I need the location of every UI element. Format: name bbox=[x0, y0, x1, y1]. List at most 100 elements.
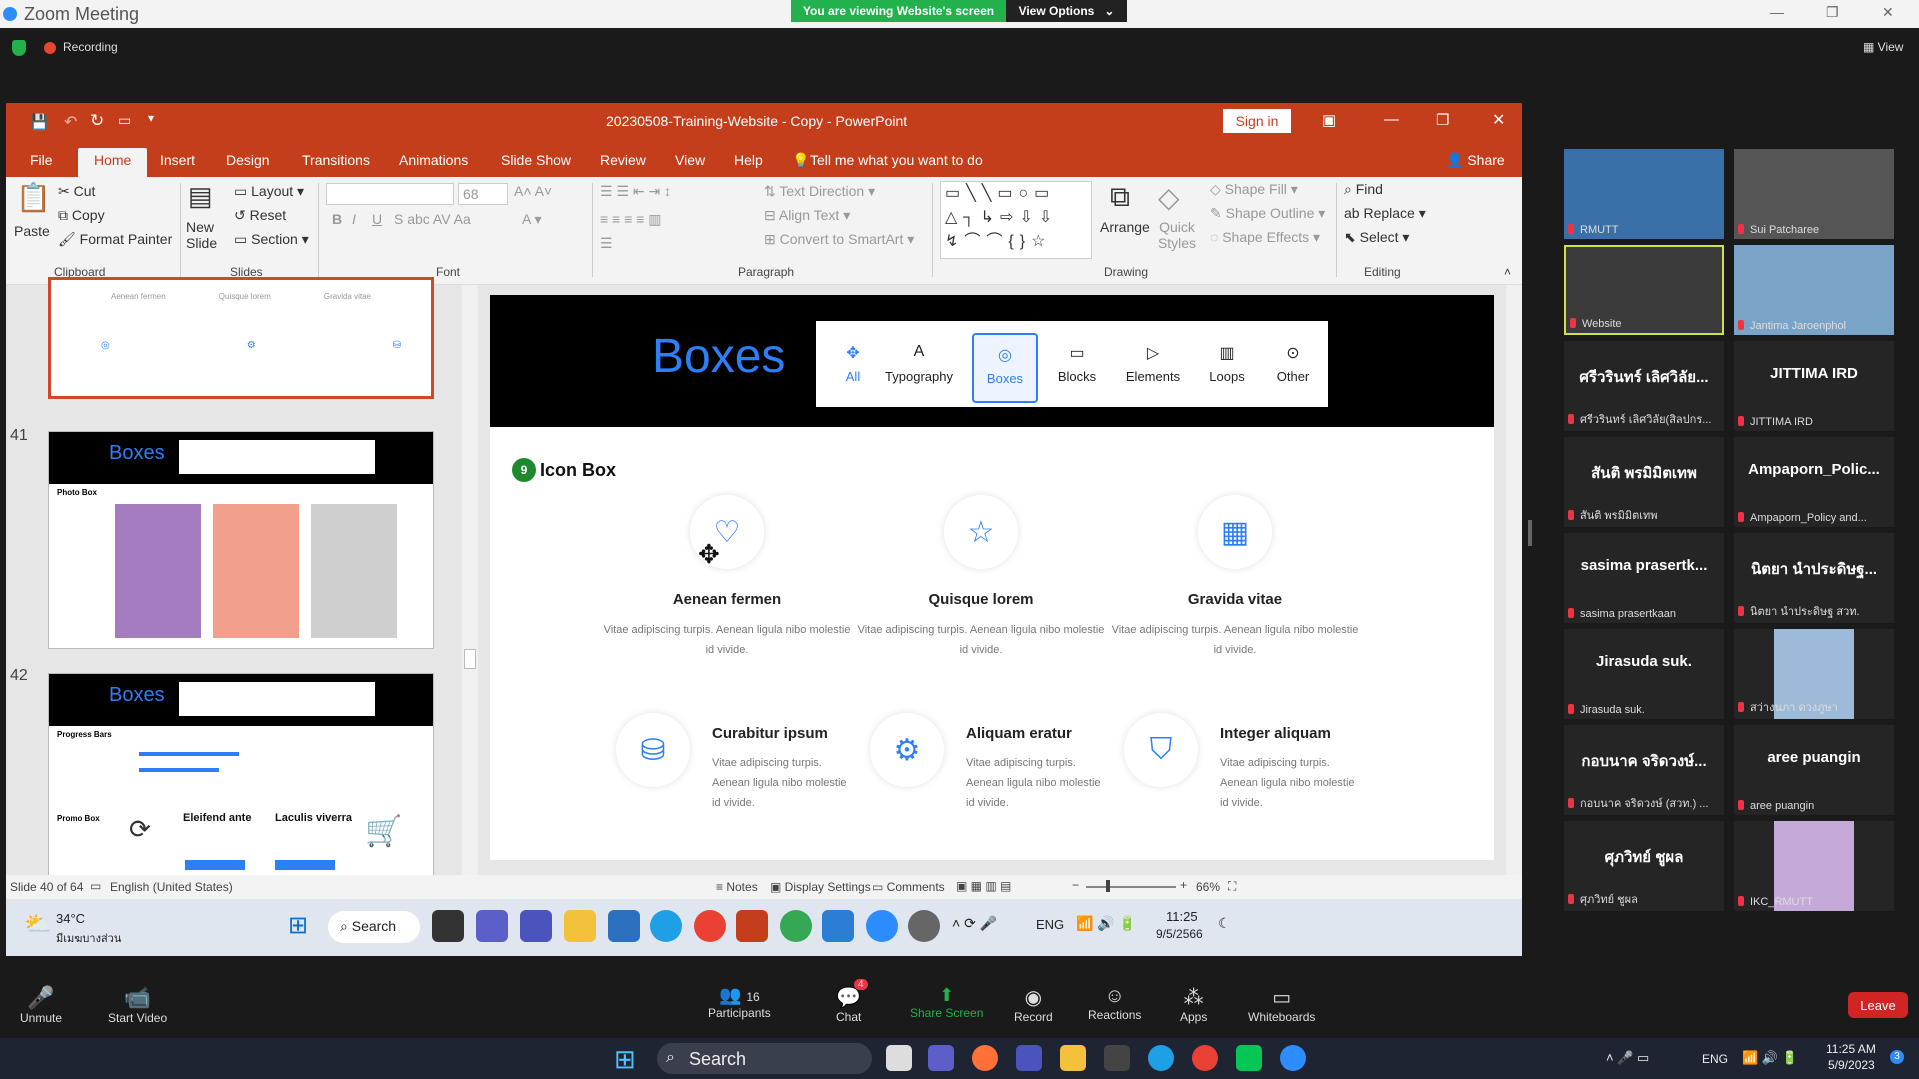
view-buttons[interactable]: ▣ ▦ ▥ ▤ bbox=[956, 879, 1011, 893]
input-language[interactable]: ENG bbox=[1702, 1052, 1728, 1066]
reactions-button[interactable]: ☺ Reactions bbox=[1088, 985, 1141, 1022]
minimize-icon[interactable]: — bbox=[1384, 111, 1399, 128]
bold-button[interactable]: B bbox=[332, 211, 342, 227]
columns-button[interactable]: ☰ bbox=[600, 235, 613, 252]
find-button[interactable]: ⌕ Find bbox=[1344, 181, 1383, 198]
tray-icons[interactable]: ˄ 🎤 ▭ bbox=[1606, 1050, 1649, 1066]
search-box[interactable]: ⌕ Search bbox=[328, 911, 420, 943]
convert-smartart-button[interactable]: ⊞ Convert to SmartArt ▾ bbox=[764, 231, 914, 248]
participant-tile[interactable]: JITTIMA IRD JITTIMA IRD bbox=[1734, 341, 1894, 431]
chat-button[interactable]: 💬 4 Chat bbox=[836, 979, 868, 1024]
tell-me-input[interactable]: Tell me what you want to do bbox=[810, 152, 983, 168]
align-text-button[interactable]: ⊟ Align Text ▾ bbox=[764, 207, 850, 224]
tab-transitions[interactable]: Transitions bbox=[302, 152, 370, 168]
maximize-icon[interactable]: ❐ bbox=[1826, 4, 1839, 21]
record-button[interactable]: ◉ Record bbox=[1014, 985, 1053, 1024]
participant-tile[interactable]: IKC_RMUTT bbox=[1734, 821, 1894, 911]
tab-slide-show[interactable]: Slide Show bbox=[501, 152, 571, 168]
participant-tile[interactable]: Ampaporn_Polic... Ampaporn_Policy and... bbox=[1734, 437, 1894, 527]
line-icon[interactable] bbox=[1236, 1045, 1262, 1071]
arrange-icon[interactable]: ⧉ bbox=[1110, 181, 1130, 214]
chrome-profile-icon[interactable] bbox=[780, 910, 812, 942]
shadow-button[interactable]: S abc AV Aa bbox=[394, 211, 471, 227]
file-explorer-icon[interactable] bbox=[564, 910, 596, 942]
participant-tile[interactable]: Jantima Jaroenphol bbox=[1734, 245, 1894, 335]
reset-button[interactable]: ↺ Reset bbox=[234, 207, 286, 224]
section-button[interactable]: ▭ Section ▾ bbox=[234, 231, 309, 248]
display-settings-button[interactable]: ▣ Display Settings bbox=[770, 880, 871, 894]
search-box[interactable]: Search bbox=[657, 1043, 872, 1074]
zoom-slider-thumb[interactable] bbox=[1106, 880, 1110, 892]
participant-tile[interactable]: กอบนาค จริดวงษ์... กอบนาค จริดวงษ์ (สวท.)… bbox=[1564, 725, 1724, 815]
italic-button[interactable]: I bbox=[352, 211, 356, 227]
chat-app-icon[interactable] bbox=[476, 910, 508, 942]
unmute-button[interactable]: 🎤 Unmute bbox=[20, 985, 62, 1025]
collapse-ribbon-icon[interactable]: ˄ bbox=[1504, 265, 1511, 279]
ribbon-display-icon[interactable]: ▣ bbox=[1322, 111, 1336, 129]
notification-badge[interactable]: 3 bbox=[1890, 1050, 1904, 1064]
select-button[interactable]: ⬉ Select ▾ bbox=[1344, 229, 1409, 246]
participant-tile[interactable]: ศุภวิทย์ ชูผล ศุภวิทย์ ชูผล bbox=[1564, 821, 1724, 911]
windows-start-icon[interactable]: ⊞ bbox=[614, 1044, 636, 1075]
scroll-thumb[interactable] bbox=[464, 649, 476, 669]
text-direction-button[interactable]: ⇅ Text Direction ▾ bbox=[764, 183, 875, 200]
file-explorer-icon[interactable] bbox=[1060, 1045, 1086, 1071]
chat-app-icon[interactable] bbox=[928, 1045, 954, 1071]
clock-date[interactable]: 5/9/2023 bbox=[1828, 1058, 1875, 1072]
participant-tile[interactable]: Website bbox=[1564, 245, 1724, 335]
edge-icon[interactable] bbox=[650, 910, 682, 942]
tab-help[interactable]: Help bbox=[734, 152, 763, 168]
arrange-button[interactable]: Arrange bbox=[1100, 219, 1150, 235]
zoom-level[interactable]: 66% bbox=[1196, 880, 1220, 894]
participant-tile[interactable]: สันติ พรมิมิตเทพ สันติ พรมิมิตเทพ bbox=[1564, 437, 1724, 527]
zoom-slider[interactable] bbox=[1086, 886, 1176, 888]
spellcheck-icon[interactable]: ▭ bbox=[90, 879, 101, 893]
gallery-resize-handle[interactable] bbox=[1528, 520, 1532, 546]
participant-tile[interactable]: นิตยา นำประดิษฐ... นิตยา นำประดิษฐ สวท. bbox=[1734, 533, 1894, 623]
zoom-out-icon[interactable]: − bbox=[1072, 878, 1079, 892]
edge-icon[interactable] bbox=[1148, 1045, 1174, 1071]
notes-button[interactable]: ≡ Notes bbox=[716, 880, 758, 894]
new-slide-icon[interactable]: ▤ bbox=[188, 181, 213, 212]
apps-button[interactable]: ⁂ Apps bbox=[1180, 985, 1207, 1024]
tab-insert[interactable]: Insert bbox=[160, 152, 195, 168]
grow-font-icon[interactable]: A˄ A˅ bbox=[514, 183, 552, 199]
share-screen-button[interactable]: ⬆ Share Screen bbox=[910, 985, 983, 1020]
paste-button[interactable]: Paste bbox=[14, 223, 50, 239]
bullets-button[interactable]: ☰ ☰ ⇤ ⇥ ↕ bbox=[600, 183, 671, 200]
participant-tile[interactable]: sasima prasertk... sasima prasertkaan bbox=[1564, 533, 1724, 623]
language-status[interactable]: English (United States) bbox=[110, 880, 233, 894]
chrome-icon[interactable] bbox=[1192, 1045, 1218, 1071]
notepad-icon[interactable] bbox=[822, 910, 854, 942]
customize-icon[interactable]: ▾ bbox=[148, 111, 154, 125]
quick-styles-icon[interactable]: ◇ bbox=[1158, 181, 1180, 214]
shape-outline-button[interactable]: ✎ Shape Outline ▾ bbox=[1210, 205, 1325, 222]
settings-icon[interactable] bbox=[908, 910, 940, 942]
thumbnail-scrollbar[interactable] bbox=[462, 285, 478, 875]
windows-start-icon[interactable]: ⊞ bbox=[288, 911, 308, 940]
teams-icon[interactable] bbox=[1016, 1045, 1042, 1071]
undo-icon[interactable]: ↶ bbox=[64, 112, 77, 132]
fit-slide-icon[interactable]: ⛶ bbox=[1228, 879, 1236, 894]
moon-icon[interactable]: ☾ bbox=[1218, 915, 1231, 932]
font-size-select[interactable]: 68 bbox=[458, 183, 508, 205]
chrome-icon[interactable] bbox=[694, 910, 726, 942]
close-icon[interactable]: ✕ bbox=[1882, 4, 1894, 21]
shape-fill-button[interactable]: ◇ Shape Fill ▾ bbox=[1210, 181, 1298, 198]
slide-canvas[interactable]: Boxes ✥ All A Typography ◎ Boxes ▭ Blocks ▷ E… bbox=[490, 295, 1494, 860]
cut-button[interactable]: ✂ Cut bbox=[58, 183, 95, 200]
present-icon[interactable]: ▭ bbox=[118, 112, 131, 129]
powerpoint-icon[interactable] bbox=[736, 910, 768, 942]
app-icon[interactable] bbox=[1104, 1045, 1130, 1071]
participant-tile[interactable]: Jirasuda suk. Jirasuda suk. bbox=[1564, 629, 1724, 719]
clock-time[interactable]: 11:25 bbox=[1166, 909, 1198, 924]
participant-tile[interactable]: aree puangin aree puangin bbox=[1734, 725, 1894, 815]
tab-review[interactable]: Review bbox=[600, 152, 646, 168]
whiteboards-button[interactable]: ▭ Whiteboards bbox=[1248, 985, 1315, 1024]
align-buttons[interactable]: ≡ ≡ ≡ ≡ ▥ bbox=[600, 211, 661, 228]
minimize-icon[interactable]: — bbox=[1770, 4, 1784, 20]
participant-tile[interactable]: ศรีวรินทร์ เลิศวิลัย... ศรีวรินทร์ เลิศวิ… bbox=[1564, 341, 1724, 431]
underline-button[interactable]: U bbox=[372, 211, 382, 227]
copy-button[interactable]: ⧉ Copy bbox=[58, 207, 105, 224]
layout-button[interactable]: ▭ Layout ▾ bbox=[234, 183, 304, 200]
